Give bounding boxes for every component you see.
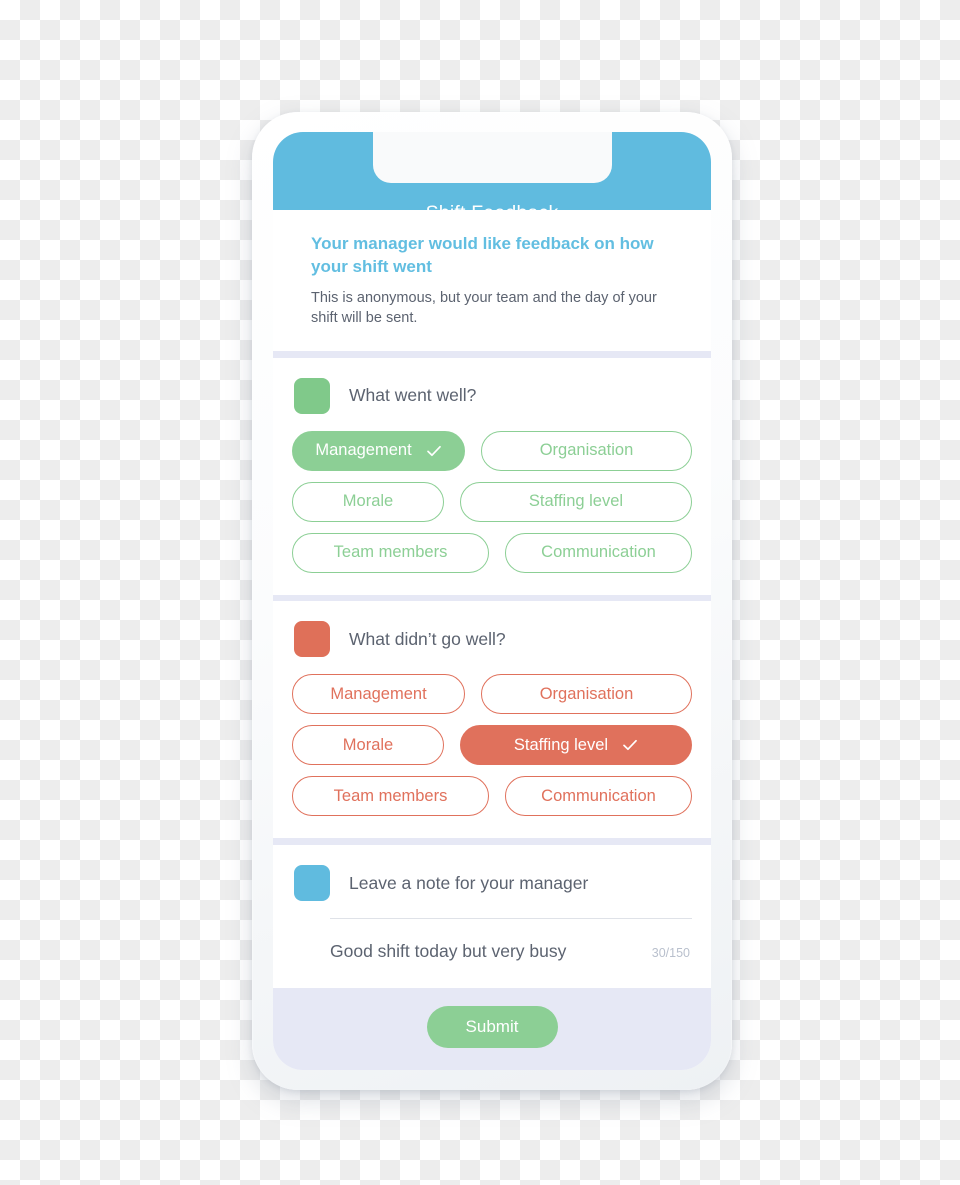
intro-subtext: This is anonymous, but your team and the… [311, 289, 657, 327]
positive-swatch-icon [294, 377, 330, 414]
app-header: Shift Feedback [273, 132, 711, 224]
intro-heading: Your manager would like feedback on how … [311, 234, 654, 277]
intro-block: Your manager would like feedback on how … [273, 210, 711, 351]
chip-negative-morale[interactable]: Morale [292, 725, 444, 766]
note-input-row[interactable]: Good shift today but very busy 30/150 [330, 941, 692, 962]
chip-negative-team-members[interactable]: Team members [292, 776, 489, 817]
character-counter: 30/150 [651, 946, 690, 960]
positive-section-header: What went well? [292, 377, 692, 414]
note-section-title: Leave a note for your manager [349, 872, 589, 893]
chip-negative-organisation[interactable]: Organisation [481, 674, 692, 715]
negative-feedback-section: What didn’t go well? Management Organisa… [273, 601, 711, 839]
chip-negative-communication[interactable]: Communication [505, 776, 692, 817]
chip-positive-morale[interactable]: Morale [292, 481, 444, 522]
section-divider [273, 350, 711, 358]
chip-label: Management [315, 441, 412, 460]
chip-positive-management[interactable]: Management [292, 430, 465, 471]
chip-label: Team members [333, 787, 448, 806]
positive-feedback-section: What went well? Management Organisation [273, 357, 711, 595]
negative-swatch-icon [294, 621, 330, 658]
positive-chip-row-3: Team members Communication [292, 532, 692, 573]
negative-chip-row-2: Morale Staffing level [292, 725, 692, 766]
negative-section-title: What didn’t go well? [349, 628, 506, 649]
positive-chip-row-1: Management Organisation [292, 430, 692, 471]
chip-label: Staffing level [528, 492, 624, 511]
chip-label: Communication [541, 787, 656, 806]
chip-positive-organisation[interactable]: Organisation [481, 430, 692, 471]
chip-label: Morale [342, 492, 394, 511]
footer-bar: Submit [273, 988, 711, 1070]
section-divider [273, 594, 711, 602]
note-swatch-icon [294, 865, 330, 901]
chip-label: Morale [342, 736, 394, 755]
chip-negative-management[interactable]: Management [292, 674, 465, 715]
chip-negative-staffing-level[interactable]: Staffing level [460, 725, 692, 766]
page-title: Shift Feedback [425, 202, 559, 224]
note-section-header: Leave a note for your manager [292, 865, 692, 901]
chip-positive-team-members[interactable]: Team members [292, 532, 489, 573]
chip-label: Staffing level [513, 736, 609, 755]
chip-label: Organisation [539, 441, 634, 460]
positive-chip-row-2: Morale Staffing level [292, 481, 692, 522]
negative-chip-row-3: Team members Communication [292, 776, 692, 817]
note-section: Leave a note for your manager Good shift… [273, 845, 711, 988]
phone-mockup: Shift Feedback Your manager would like f… [252, 112, 732, 1090]
chip-label: Communication [541, 543, 656, 562]
chip-label: Team members [333, 543, 448, 562]
chip-positive-communication[interactable]: Communication [505, 532, 692, 573]
check-icon [426, 445, 441, 456]
note-field-underline [330, 918, 692, 919]
submit-button[interactable]: Submit [426, 1006, 558, 1048]
chip-label: Management [330, 685, 427, 704]
negative-chip-row-1: Management Organisation [292, 674, 692, 715]
negative-section-header: What didn’t go well? [292, 621, 692, 658]
section-divider [273, 838, 711, 845]
chip-positive-staffing-level[interactable]: Staffing level [460, 481, 692, 522]
positive-section-title: What went well? [349, 385, 477, 406]
phone-notch [373, 132, 612, 183]
phone-screen: Shift Feedback Your manager would like f… [273, 132, 711, 1070]
check-icon [623, 740, 637, 751]
chip-label: Organisation [539, 685, 634, 704]
note-input[interactable]: Good shift today but very busy [330, 941, 566, 962]
